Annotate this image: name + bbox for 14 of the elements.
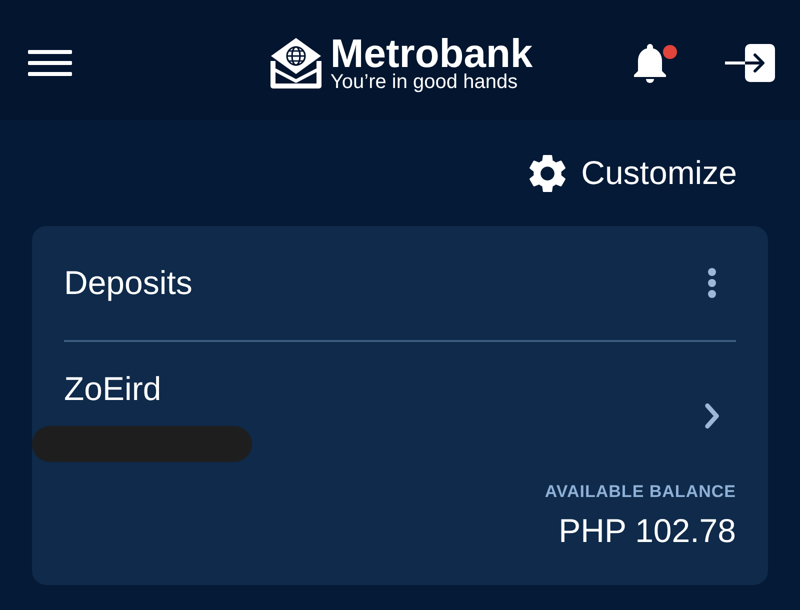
balance-label: AVAILABLE BALANCE [544, 482, 736, 502]
gear-icon [529, 154, 566, 192]
account-name[interactable]: ZoEird [64, 370, 162, 408]
more-options-icon[interactable] [708, 268, 716, 298]
login-icon[interactable] [725, 44, 775, 82]
envelope-globe-icon [270, 37, 322, 89]
bell-icon[interactable] [634, 44, 666, 82]
brand-name: Metrobank [330, 34, 533, 74]
brand-tagline: You’re in good hands [330, 70, 519, 92]
chevron-right-icon[interactable] [704, 402, 720, 430]
menu-icon[interactable] [28, 50, 72, 76]
card-title: Deposits [64, 264, 192, 302]
customize-button[interactable]: Customize [529, 154, 737, 192]
balance-amount: PHP 102.78 [558, 512, 736, 550]
